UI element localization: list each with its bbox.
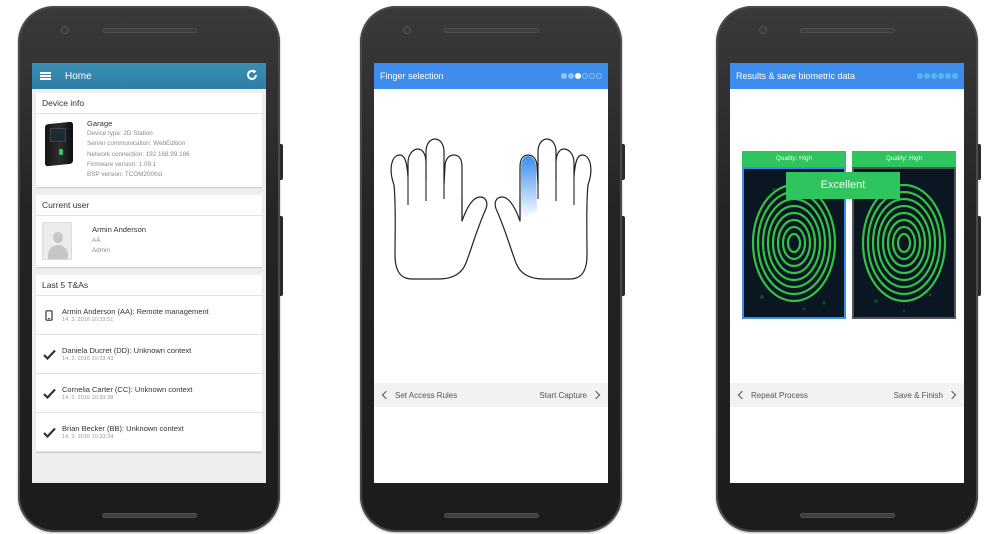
step-dot	[945, 73, 951, 79]
last-tas-header: Last 5 T&As	[36, 275, 262, 297]
ta-text: Cornelia Carter (CC): Unknown context	[62, 385, 193, 395]
power-button	[622, 144, 625, 180]
ta-text: Brian Becker (BB): Unknown context	[62, 424, 184, 434]
chevron-left-icon	[381, 390, 391, 400]
chevron-left-icon	[737, 390, 747, 400]
wizard-app-bar: Results & save biometric data	[730, 63, 964, 89]
power-button	[280, 144, 283, 180]
step-dot-current	[575, 73, 581, 79]
page-title: Home	[65, 70, 92, 82]
page-title: Results & save biometric data	[736, 71, 856, 81]
device-name: Garage	[87, 119, 113, 128]
hands-finger-selector[interactable]	[374, 93, 608, 323]
refresh-icon[interactable]	[246, 69, 258, 83]
last-tas-card: Last 5 T&As Armin Anderson (AA): Remote …	[36, 275, 262, 453]
server-communication: Server communication: WebEdition	[87, 140, 186, 148]
bsp-version: BSP version: TCOM2000st	[87, 171, 163, 179]
step-dot	[561, 73, 567, 79]
selected-finger-right-index[interactable]	[521, 156, 537, 219]
right-hand[interactable]	[494, 138, 592, 280]
step-indicator	[561, 73, 602, 79]
device-type: Device type: 2D Station	[87, 130, 153, 138]
volume-button	[622, 216, 625, 296]
volume-button	[280, 216, 283, 296]
device-info-card: Device info Garage Device type: 2D Stati…	[36, 93, 262, 188]
list-item[interactable]: Daniela Ducret (DD): Unknown context 14.…	[36, 335, 262, 375]
home-screen: Home Device info Garage Device type: 2D …	[32, 63, 266, 483]
list-item[interactable]: Cornelia Carter (CC): Unknown context 14…	[36, 374, 262, 414]
step-dot	[924, 73, 930, 79]
user-initials: AA	[92, 236, 101, 244]
user-name: Armin Anderson	[92, 225, 147, 235]
step-dot	[931, 73, 937, 79]
hamburger-menu-icon[interactable]	[40, 72, 51, 80]
avatar	[42, 222, 72, 261]
phone-finger-selection: Finger selection Set Access Rules Start …	[360, 6, 625, 532]
wizard-app-bar: Finger selection	[374, 63, 608, 89]
phone-home: Home Device info Garage Device type: 2D …	[18, 6, 283, 532]
speaker-grille	[102, 28, 197, 33]
results-screen: Results & save biometric data Quality: H…	[730, 63, 964, 483]
user-role: Admin	[92, 247, 110, 255]
next-button-label: Save & Finish	[893, 390, 943, 400]
back-button[interactable]: Set Access Rules	[380, 391, 457, 400]
ta-text: Daniela Ducret (DD): Unknown context	[62, 346, 192, 356]
step-dot	[917, 73, 923, 79]
chevron-right-icon	[947, 390, 957, 400]
camera-lens	[61, 26, 69, 34]
left-hand[interactable]	[390, 138, 488, 280]
step-dot	[568, 73, 574, 79]
wizard-navigation: Set Access Rules Start Capture	[374, 383, 608, 407]
step-dot	[582, 73, 588, 79]
camera-lens	[403, 26, 411, 34]
device-info-header: Device info	[36, 93, 262, 114]
ta-time: 14. 3. 2016 10:33:38	[62, 395, 114, 402]
camera-lens	[759, 26, 767, 34]
firmware-version: Firmware version: 1.09.1	[87, 160, 157, 168]
home-scroll-area[interactable]: Device info Garage Device type: 2D Stati…	[32, 89, 266, 483]
terminal-device-image	[45, 121, 73, 167]
repeat-process-button[interactable]: Repeat Process	[736, 391, 808, 400]
next-button-label: Start Capture	[539, 390, 587, 400]
current-user-header: Current user	[36, 195, 262, 217]
back-button-label: Repeat Process	[751, 390, 808, 400]
bottom-speaker-grille	[102, 513, 197, 518]
checkmark-icon	[42, 388, 56, 399]
quality-badge: Quality: High	[852, 151, 956, 167]
phone-results: Results & save biometric data Quality: H…	[716, 6, 981, 532]
step-dot	[938, 73, 944, 79]
speaker-grille	[444, 28, 539, 33]
speaker-grille	[800, 28, 895, 33]
current-user-card: Current user Armin Anderson AA Admin	[36, 195, 262, 268]
step-indicator	[917, 73, 958, 79]
quality-badge: Quality: High	[742, 151, 846, 167]
bottom-speaker-grille	[800, 513, 895, 518]
step-dot	[596, 73, 602, 79]
ta-time: 14. 3. 2016 10:33:43	[62, 356, 114, 363]
checkmark-icon	[42, 427, 56, 438]
chevron-right-icon	[591, 390, 601, 400]
list-item[interactable]: Brian Becker (BB): Unknown context 14. 3…	[36, 413, 262, 453]
step-dot	[589, 73, 595, 79]
next-button[interactable]: Start Capture	[539, 391, 602, 400]
save-finish-button[interactable]: Save & Finish	[894, 391, 958, 400]
checkmark-icon	[42, 349, 56, 360]
bottom-speaker-grille	[444, 513, 539, 518]
list-item[interactable]: Armin Anderson (AA): Remote management 1…	[36, 296, 262, 336]
finger-selection-screen: Finger selection Set Access Rules Start …	[374, 63, 608, 483]
result-badge: Excellent	[786, 172, 900, 199]
ta-text: Armin Anderson (AA): Remote management	[62, 307, 209, 317]
back-button-label: Set Access Rules	[395, 390, 458, 400]
ta-time: 14. 3. 2016 10:33:34	[62, 434, 114, 441]
ta-time: 14. 3. 2016 10:33:51	[62, 317, 114, 324]
phone-icon	[42, 309, 56, 321]
home-app-bar: Home	[32, 63, 266, 89]
page-title: Finger selection	[380, 71, 444, 81]
wizard-navigation: Repeat Process Save & Finish	[730, 383, 964, 407]
power-button	[978, 144, 981, 180]
step-dot-current	[952, 73, 958, 79]
network-connection: Network connection: 192.168.99.186	[87, 150, 190, 158]
volume-button	[978, 216, 981, 296]
